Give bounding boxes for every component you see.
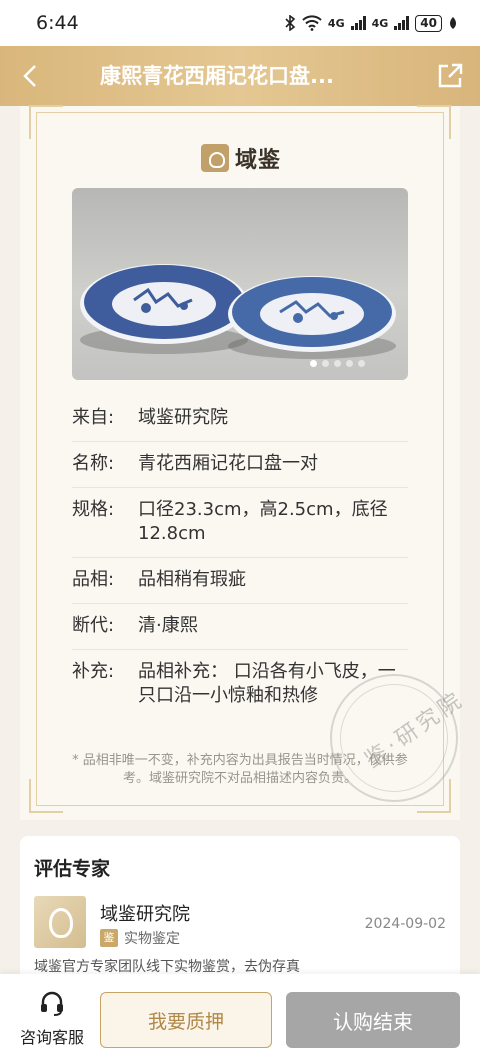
disclaimer-note: * 品相非唯一不变，补充内容为出具报告当时情况，仅供参考。域鉴研究院不对品相描述… bbox=[72, 753, 408, 786]
brand-logo: 域鉴 bbox=[201, 142, 281, 174]
signal-icon-2 bbox=[394, 16, 410, 30]
status-badge: 鉴 实物鉴定 bbox=[100, 928, 180, 948]
vase-logo-icon bbox=[201, 144, 229, 172]
carousel-dot[interactable] bbox=[310, 360, 317, 367]
leaf-icon bbox=[450, 17, 456, 29]
info-row: 规格: 口径23.3cm，高2.5cm，底径12.8cm bbox=[72, 488, 408, 558]
carousel-dot[interactable] bbox=[346, 360, 353, 367]
badge-label: 实物鉴定 bbox=[124, 931, 180, 947]
avatar[interactable] bbox=[34, 896, 86, 948]
back-button[interactable] bbox=[14, 60, 46, 92]
expert-description: 域鉴官方专家团队线下实物鉴赏，去伪存真 bbox=[34, 959, 300, 975]
info-label: 补充: bbox=[72, 661, 115, 682]
item-image-carousel[interactable] bbox=[72, 188, 408, 380]
brand-name: 域鉴 bbox=[235, 147, 282, 173]
network-label-2: 4G bbox=[371, 16, 389, 30]
certificate-card: 域鉴 来自: 域鉴研究院名称: 青花西厢记花口盘一对规格: 口径23.3cm，高2.5… bbox=[20, 105, 469, 820]
appraise-badge-icon: 鉴 bbox=[100, 929, 118, 947]
info-row: 品相: 品相稍有瑕疵 bbox=[72, 558, 408, 604]
status-bar: 6:44 4G 4G 40 bbox=[0, 0, 480, 46]
status-icons: 4G 4G 40 bbox=[284, 14, 458, 32]
page-title: 康熙青花西厢记花口盘... bbox=[100, 64, 334, 88]
info-row: 断代: 清·康熙 bbox=[72, 604, 408, 650]
pledge-button[interactable]: 我要质押 bbox=[100, 992, 272, 1048]
info-label: 断代: bbox=[72, 615, 115, 636]
expert-name[interactable]: 域鉴研究院 bbox=[100, 900, 190, 926]
customer-service-label: 咨询客服 bbox=[19, 1028, 84, 1047]
carousel-dot[interactable] bbox=[358, 360, 365, 367]
wifi-icon bbox=[302, 15, 322, 31]
info-label: 名称: bbox=[72, 453, 115, 474]
carousel-dot[interactable] bbox=[334, 360, 341, 367]
carousel-dot[interactable] bbox=[322, 360, 329, 367]
info-label: 来自: bbox=[72, 407, 115, 428]
info-row: 名称: 青花西厢记花口盘一对 bbox=[72, 442, 408, 488]
info-value: 口径23.3cm，高2.5cm，底径12.8cm bbox=[138, 499, 388, 544]
info-row: 来自: 域鉴研究院 bbox=[72, 396, 408, 442]
share-icon bbox=[438, 63, 463, 88]
status-time: 6:44 bbox=[36, 12, 79, 34]
network-label-1: 4G bbox=[327, 16, 345, 30]
bluetooth-icon bbox=[285, 15, 296, 31]
subscription-ended-button[interactable]: 认购结束 bbox=[286, 992, 460, 1048]
chevron-left-icon bbox=[23, 65, 36, 87]
bottom-action-bar: 咨询客服 我要质押 认购结束 bbox=[0, 974, 480, 1062]
item-info-list: 来自: 域鉴研究院名称: 青花西厢记花口盘一对规格: 口径23.3cm，高2.5cm，… bbox=[72, 396, 408, 719]
info-label: 品相: bbox=[72, 569, 115, 590]
porcelain-plates-image bbox=[80, 264, 396, 359]
appraisal-date: 2024-09-02 bbox=[364, 916, 446, 932]
info-label: 规格: bbox=[72, 499, 115, 520]
battery-level: 40 bbox=[415, 14, 442, 32]
share-button[interactable] bbox=[434, 60, 466, 92]
header: 康熙青花西厢记花口盘... bbox=[0, 46, 480, 106]
headset-icon bbox=[41, 991, 63, 1016]
signal-icon bbox=[350, 16, 366, 30]
info-value: 青花西厢记花口盘一对 bbox=[138, 453, 318, 474]
expert-section-title: 评估专家 bbox=[34, 858, 111, 880]
customer-service-button[interactable]: 咨询客服 bbox=[10, 990, 94, 1050]
info-value: 域鉴研究院 bbox=[138, 407, 228, 428]
info-value: 清·康熙 bbox=[138, 615, 198, 636]
info-value: 品相稍有瑕疵 bbox=[138, 569, 246, 590]
carousel-indicator bbox=[310, 360, 365, 367]
expert-card: 评估专家 域鉴研究院 鉴 实物鉴定 2024-09-02 域鉴官方专家团队线下实… bbox=[20, 836, 460, 986]
